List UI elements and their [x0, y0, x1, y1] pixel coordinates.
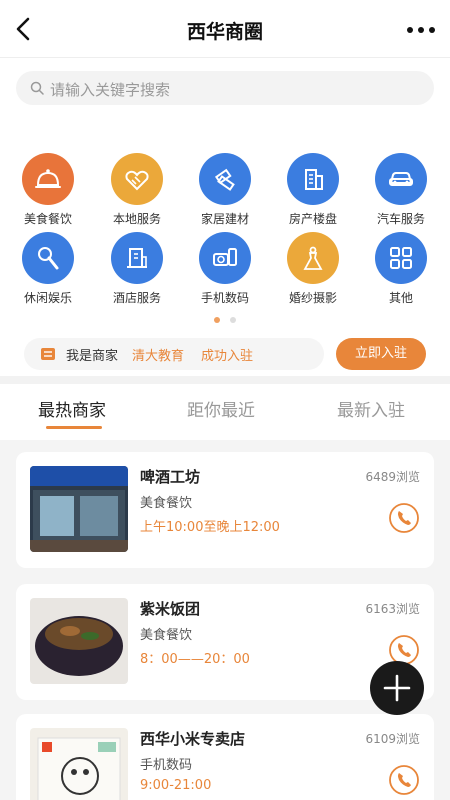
store-icon: [41, 348, 55, 360]
grid-icon: [375, 232, 427, 284]
add-fab-button[interactable]: [370, 661, 424, 715]
category-other[interactable]: 其他: [356, 232, 446, 306]
food-cloche-icon: [22, 153, 74, 205]
category-label: 其他: [388, 291, 413, 305]
shop-name: 西华小米专卖店: [140, 730, 246, 748]
shop-photo-storefront: [30, 466, 128, 552]
category-label: 家居建材: [200, 212, 249, 226]
category-label: 婚纱摄影: [288, 291, 337, 305]
page-title: 西华商圈: [186, 21, 263, 43]
tab-hottest[interactable]: 最热商家: [38, 396, 106, 421]
category-label: 房产楼盘: [288, 212, 337, 226]
active-tab-underline: [46, 426, 102, 429]
car-icon: [375, 153, 427, 205]
hotel-icon: [111, 232, 163, 284]
search-icon: [30, 81, 44, 95]
building-icon: [287, 153, 339, 205]
category-wedding-photo[interactable]: 婚纱摄影: [268, 232, 358, 306]
merchant-ticker[interactable]: 我是商家 清大教育 成功入驻: [24, 338, 324, 370]
join-now-button[interactable]: 立即入驻: [336, 338, 426, 370]
shop-views: 6489浏览: [365, 470, 420, 484]
category-label: 本地服务: [112, 212, 161, 226]
shop-category: 手机数码: [140, 758, 193, 773]
page-indicator: [0, 317, 450, 323]
shop-photo-xiaomi: [30, 728, 128, 800]
microphone-icon: [22, 232, 74, 284]
shop-tabs: 最热商家 距你最近 最新入驻: [0, 384, 450, 440]
category-digital[interactable]: 手机数码: [180, 232, 270, 306]
category-leisure[interactable]: 休闲娱乐: [3, 232, 93, 306]
category-hotel[interactable]: 酒店服务: [92, 232, 182, 306]
shop-hours: 上午10:00至晚上12:00: [140, 520, 280, 535]
tools-icon: [199, 153, 251, 205]
category-label: 美食餐饮: [23, 212, 72, 226]
shop-views: 6109浏览: [365, 732, 420, 746]
category-car-service[interactable]: 汽车服务: [356, 153, 446, 227]
page-dot: [230, 317, 236, 323]
merchant-name: 清大教育: [132, 349, 185, 364]
tab-newest[interactable]: 最新入驻: [337, 396, 405, 421]
category-label: 酒店服务: [112, 291, 161, 305]
shop-category: 美食餐饮: [140, 496, 193, 511]
shop-category: 美食餐饮: [140, 628, 193, 643]
category-home-building[interactable]: 家居建材: [180, 153, 270, 227]
category-label: 手机数码: [200, 291, 249, 305]
category-local-service[interactable]: 本地服务: [92, 153, 182, 227]
category-label: 汽车服务: [376, 212, 425, 226]
more-dots-icon[interactable]: [406, 26, 436, 34]
top-nav-bar: 西华商圈: [0, 0, 450, 58]
shop-views: 6163浏览: [365, 602, 420, 616]
merchant-label: 我是商家: [66, 349, 119, 364]
category-food[interactable]: 美食餐饮: [3, 153, 93, 227]
category-label: 休闲娱乐: [23, 291, 72, 305]
wedding-dress-icon: [287, 232, 339, 284]
phone-icon[interactable]: [388, 764, 420, 796]
tab-nearest[interactable]: 距你最近: [187, 396, 255, 421]
shop-card[interactable]: 啤酒工坊 美食餐饮 上午10:00至晚上12:00 6489浏览: [16, 452, 434, 568]
shop-hours: 8：00——20：00: [140, 652, 250, 667]
search-placeholder: 请输入关键字搜索: [50, 81, 171, 99]
shop-name: 紫米饭团: [140, 600, 201, 618]
shop-card[interactable]: 西华小米专卖店 手机数码 9:00-21:00 6109浏览: [16, 714, 434, 800]
page-dot-active: [214, 317, 220, 323]
section-divider: [0, 376, 450, 384]
shop-photo-rice-ball: [30, 598, 128, 684]
shop-hours: 9:00-21:00: [140, 778, 212, 793]
merchant-status: 成功入驻: [201, 349, 254, 364]
phone-icon[interactable]: [388, 502, 420, 534]
plus-icon: [383, 674, 411, 702]
handshake-icon: [111, 153, 163, 205]
search-input[interactable]: 请输入关键字搜索: [16, 71, 434, 105]
shop-name: 啤酒工坊: [140, 468, 201, 486]
category-real-estate[interactable]: 房产楼盘: [268, 153, 358, 227]
camera-phone-icon: [199, 232, 251, 284]
